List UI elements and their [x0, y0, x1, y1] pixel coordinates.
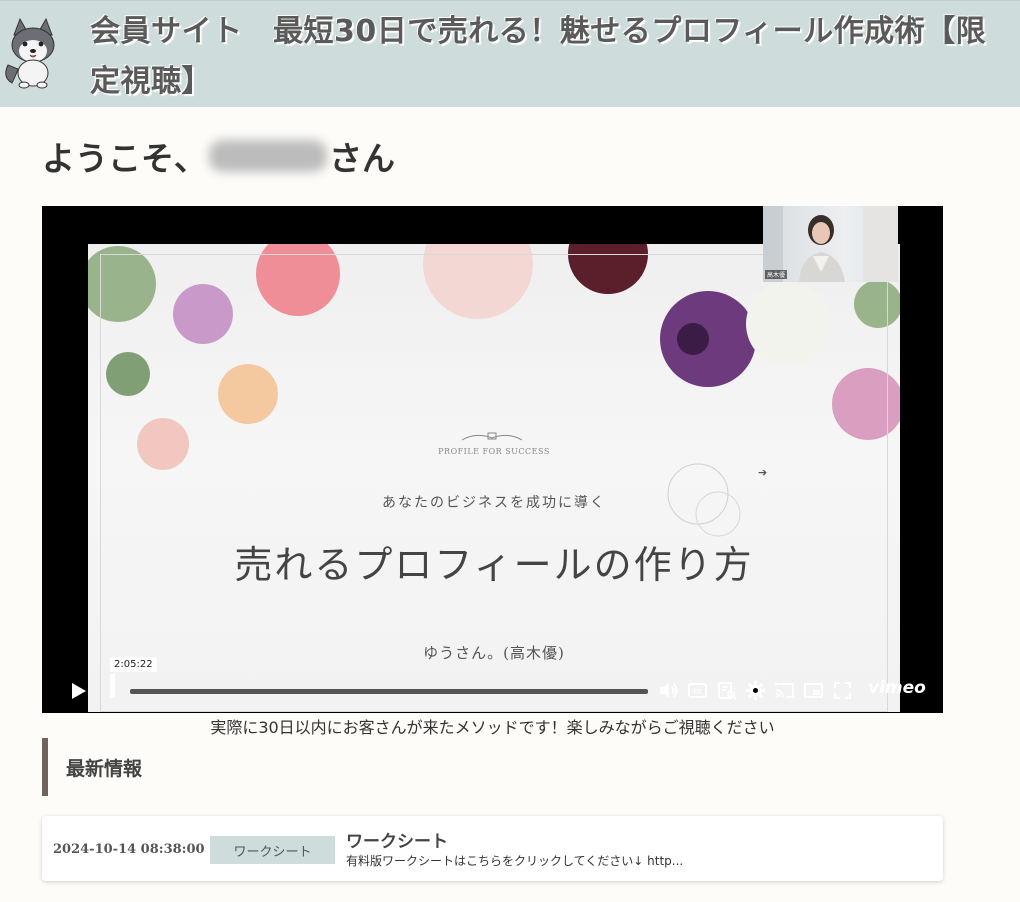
time-tooltip: 2:05:22	[110, 657, 157, 672]
ornament-icon	[461, 432, 523, 441]
play-icon[interactable]	[68, 681, 88, 701]
slide-tagline: PROFILE FOR SUCCESS	[438, 447, 550, 456]
vimeo-logo[interactable]: vimeo	[868, 678, 926, 698]
volume-icon[interactable]	[658, 680, 679, 701]
blurred-username	[209, 140, 327, 172]
settings-icon[interactable]	[745, 680, 766, 701]
slide-author: ゆうさん。(高木優)	[423, 644, 565, 662]
control-icons: CC	[658, 680, 853, 701]
husky-mascot-logo[interactable]	[4, 17, 62, 89]
news-item[interactable]: 2024-10-14 08:38:00 ワークシート ワークシート 有料版ワーク…	[42, 816, 943, 881]
svg-text:CC: CC	[693, 689, 702, 696]
arrow-right-icon: ➔	[758, 466, 768, 479]
transcript-icon[interactable]	[716, 680, 737, 701]
section-heading: 最新情報	[42, 738, 142, 796]
welcome-heading: ようこそ、 さん	[42, 132, 395, 180]
video-caption: 実際に30日以内にお客さんが来たメソッドです！楽しみながらご視聴ください	[210, 718, 775, 737]
cast-icon[interactable]	[774, 680, 795, 701]
welcome-suffix: さん	[329, 139, 395, 178]
video-player[interactable]: PROFILE FOR SUCCESS あなたのビジネスを成功に導く 売れるプロ…	[42, 206, 943, 713]
pip-icon[interactable]	[803, 680, 824, 701]
fullscreen-icon[interactable]	[832, 680, 853, 701]
slide-lead: あなたのビジネスを成功に導く	[382, 495, 606, 511]
video-slide: PROFILE FOR SUCCESS あなたのビジネスを成功に導く 売れるプロ…	[88, 244, 900, 712]
cc-icon[interactable]: CC	[687, 680, 708, 701]
progress-bar[interactable]	[130, 689, 648, 694]
news-date: 2024-10-14 08:38:00	[53, 842, 205, 857]
category-badge: ワークシート	[210, 836, 335, 864]
news-excerpt: 有料版ワークシートはこちらをクリックしてください↓ http...	[346, 854, 684, 868]
presenter-webcam: 高木優	[763, 206, 898, 282]
welcome-prefix: ようこそ、	[42, 139, 207, 178]
presenter-name: 高木優	[765, 270, 788, 279]
slide-title: 売れるプロフィールの作り方	[234, 543, 754, 587]
site-header: 会員サイト 最短30日で売れる！魅せるプロフィール作成術【限定視聴】	[0, 0, 1020, 107]
news-title[interactable]: ワークシート	[346, 827, 448, 852]
site-title[interactable]: 会員サイト 最短30日で売れる！魅せるプロフィール作成術【限定視聴】	[90, 7, 1000, 107]
section-title: 最新情報	[66, 757, 143, 780]
scrubber-handle[interactable]	[110, 674, 115, 698]
player-controls: 2:05:22 CC vimeo	[42, 657, 943, 713]
